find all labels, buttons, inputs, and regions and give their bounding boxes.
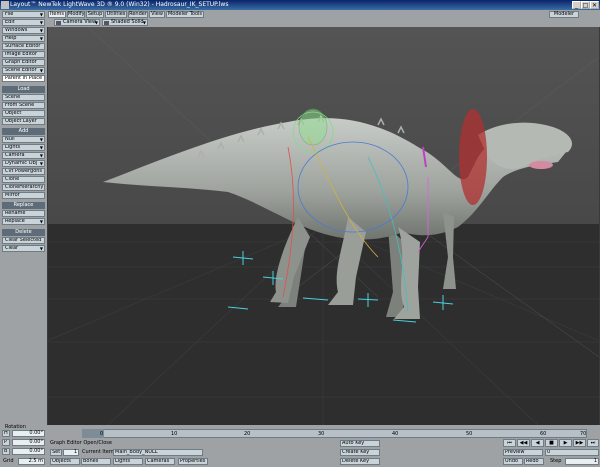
current-item-label: Current Item	[82, 449, 114, 455]
auto-key-button[interactable]: Auto Key	[340, 440, 380, 447]
tab-modeler-tools[interactable]: Modeler Tools	[166, 11, 204, 18]
close-button[interactable]: ✕	[590, 1, 599, 9]
p-axis-button[interactable]: P	[2, 439, 10, 446]
step-field[interactable]: 1	[565, 458, 599, 465]
create-key-button[interactable]: Create Key	[340, 449, 380, 456]
timeline-tick: 30	[318, 431, 325, 437]
preview-select[interactable]: Preview	[503, 449, 543, 456]
timeline-tick: 20	[244, 431, 251, 437]
goto-start-button[interactable]: ⏮	[503, 439, 516, 447]
scene-editor-button[interactable]: Scene Editor	[2, 67, 45, 74]
load-from-scene-button[interactable]: From Scene	[2, 102, 45, 109]
tab-items[interactable]: Items	[48, 11, 66, 18]
help-menu-button[interactable]: Help	[2, 35, 45, 42]
replace-button[interactable]: Replace	[2, 218, 45, 225]
current-item-select[interactable]: Main_Body_NULL	[113, 449, 203, 456]
frame-field[interactable]: 0	[545, 449, 599, 456]
left-toolbar: File Edit Windows Help Surface Editor Im…	[0, 10, 47, 467]
title-bar: Layout™ NewTek LightWave 3D ® 9.0 (Win32…	[0, 0, 600, 10]
parent-in-place-toggle[interactable]: Parent in Place	[2, 75, 45, 82]
shading-icon	[104, 21, 109, 25]
add-null-button[interactable]: Null	[2, 136, 45, 143]
maximize-button[interactable]: □	[581, 1, 590, 9]
camera-view-label: Camera View	[63, 19, 97, 25]
tab-bar: Items Modify Setup Utilities Render View…	[47, 10, 600, 18]
undo-button[interactable]: Undo	[503, 458, 523, 465]
end-frame: 70	[580, 431, 587, 437]
step-label: Step	[550, 458, 562, 464]
shading-mode-select[interactable]: Shaded Solid	[102, 19, 148, 26]
h-rotation-field[interactable]: 0.00°	[12, 430, 45, 437]
mirror-button[interactable]: Mirror	[2, 192, 45, 199]
prev-key-button[interactable]: ◀◀	[517, 439, 530, 447]
objects-mode-button[interactable]: Objects	[50, 458, 80, 465]
b-rotation-field[interactable]: 0.00°	[12, 448, 45, 455]
goto-end-button[interactable]: ⏭	[587, 439, 599, 447]
next-key-button[interactable]: ▶▶	[573, 439, 586, 447]
ground-plane	[48, 224, 599, 425]
clear-button[interactable]: Clear	[2, 245, 45, 252]
image-editor-button[interactable]: Image Editor	[2, 51, 45, 58]
timeline-tick: 40	[392, 431, 399, 437]
clone-hierarchy-button[interactable]: CloneHierarchy	[2, 184, 45, 191]
tab-view[interactable]: View	[149, 11, 165, 18]
graph-editor-button[interactable]: Graph Editor	[2, 59, 45, 66]
cvt-powergons-button[interactable]: Cvt Powergons	[2, 168, 45, 175]
set-button[interactable]: Set	[50, 449, 62, 456]
window-title: Layout™ NewTek LightWave 3D ® 9.0 (Win32…	[10, 1, 229, 8]
tab-utilities[interactable]: Utilities	[105, 11, 127, 18]
camera-icon	[56, 21, 61, 25]
add-camera-button[interactable]: Camera	[2, 152, 45, 159]
load-object-button[interactable]: Object	[2, 110, 45, 117]
clear-selected-button[interactable]: Clear Selected	[2, 237, 45, 244]
clone-button[interactable]: Clone	[2, 176, 45, 183]
play-button[interactable]: ▶	[559, 439, 572, 447]
replace-header: Replace	[2, 202, 45, 209]
timeline-tick: 10	[171, 431, 178, 437]
timeline-tick: 50	[466, 431, 473, 437]
add-dynamic-obj-button[interactable]: Dynamic Obj	[2, 160, 45, 167]
stop-button[interactable]: ■	[545, 439, 558, 447]
load-object-layer-button[interactable]: Object Layer	[2, 118, 45, 125]
viewport-header: Camera View Shaded Solid	[47, 18, 600, 27]
add-header: Add	[2, 128, 45, 135]
cameras-mode-button[interactable]: Cameras	[145, 458, 175, 465]
tab-render[interactable]: Render	[128, 11, 148, 18]
p-rotation-field[interactable]: 0.00°	[12, 439, 45, 446]
minimize-button[interactable]: _	[572, 1, 581, 9]
surface-editor-button[interactable]: Surface Editor	[2, 43, 45, 50]
camera-view-select[interactable]: Camera View	[54, 19, 100, 26]
scene-render	[48, 27, 599, 425]
modeler-button[interactable]: Modeler	[549, 11, 579, 18]
edit-menu-button[interactable]: Edit	[2, 19, 45, 26]
timeline-tick: 0	[100, 431, 104, 437]
tab-modify[interactable]: Modify	[67, 11, 85, 18]
rename-button[interactable]: Rename	[2, 210, 45, 217]
app-icon	[1, 1, 9, 9]
timeline-tick: 60	[540, 431, 547, 437]
grid-size-field[interactable]: 2.5 m	[18, 458, 45, 465]
delete-key-button[interactable]: Delete Key	[340, 458, 380, 465]
load-header: Load	[2, 86, 45, 93]
bones-mode-button[interactable]: Bones	[81, 458, 111, 465]
h-axis-button[interactable]: H	[2, 430, 10, 437]
play-reverse-button[interactable]: ◀	[531, 439, 544, 447]
windows-menu-button[interactable]: Windows	[2, 27, 45, 34]
tab-setup[interactable]: Setup	[86, 11, 104, 18]
set-value-field[interactable]: 1	[63, 449, 79, 456]
load-scene-button[interactable]: Scene	[2, 94, 45, 101]
delete-header: Delete	[2, 229, 45, 236]
file-menu-button[interactable]: File	[2, 11, 45, 18]
status-text: Graph Editor Open/Close	[50, 440, 112, 446]
b-axis-button[interactable]: B	[2, 448, 10, 455]
timeline-slider-track[interactable]	[82, 429, 587, 438]
redo-button[interactable]: Redo	[524, 458, 544, 465]
shading-mode-label: Shaded Solid	[111, 19, 144, 25]
properties-button[interactable]: Properties	[178, 458, 208, 465]
timeline-panel: Rotation 0 10 20 30 40 50 60 70 H 0.00° …	[0, 424, 600, 467]
grid-label: Grid	[3, 458, 14, 464]
add-lights-button[interactable]: Lights	[2, 144, 45, 151]
viewport-3d[interactable]	[48, 27, 599, 425]
lights-mode-button[interactable]: Lights	[113, 458, 143, 465]
